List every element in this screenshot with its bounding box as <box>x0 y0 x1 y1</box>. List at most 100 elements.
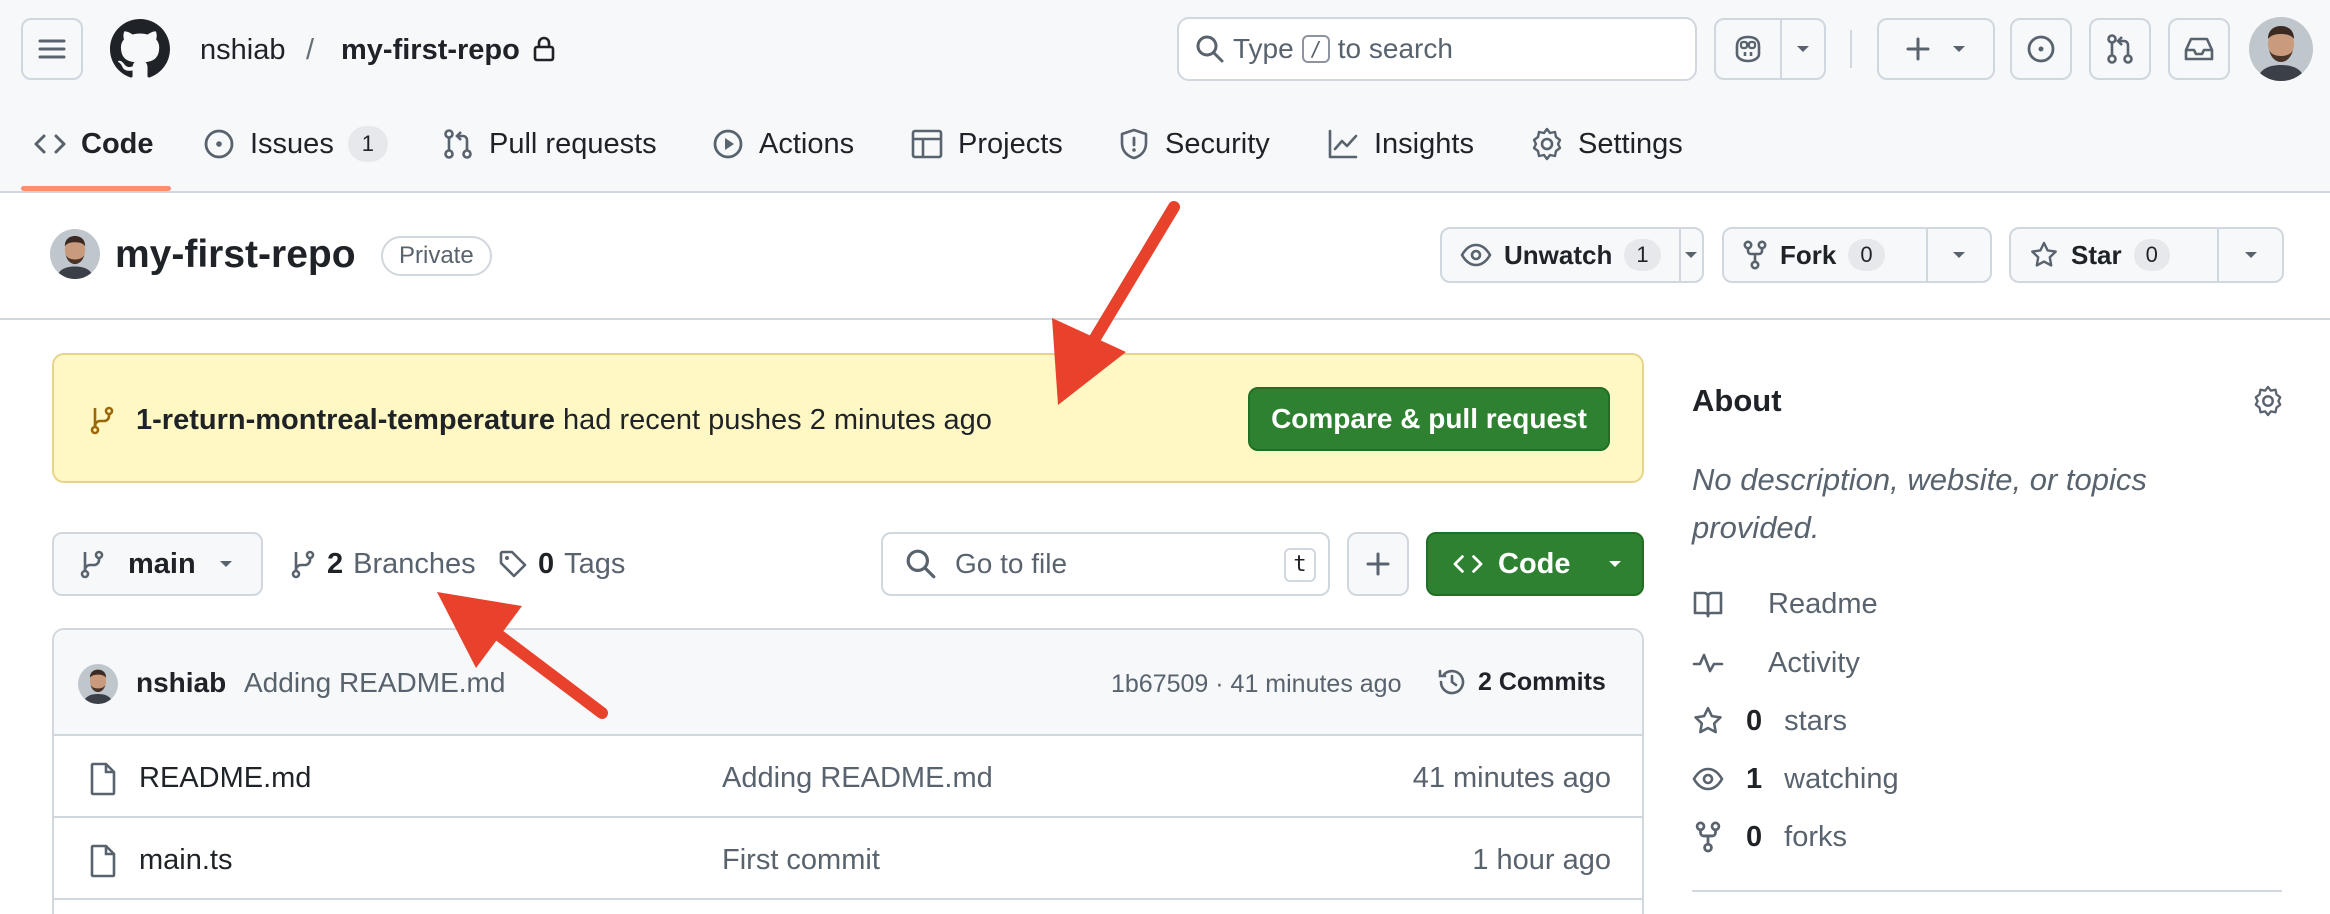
table-row[interactable]: README.md Adding README.md 41 minutes ag… <box>54 736 1642 818</box>
about-value: 0 <box>1746 705 1763 737</box>
recent-push-banner: 1-return-montreal-temperature had recent… <box>52 353 1644 483</box>
tab-label: Settings <box>1578 127 1683 160</box>
breadcrumb-separator: / <box>306 34 315 66</box>
tab-label: Issues <box>250 127 334 160</box>
copilot-icon <box>1735 35 1761 63</box>
graph-icon <box>1328 129 1358 159</box>
menu-button[interactable] <box>21 18 83 80</box>
active-tab-indicator <box>21 186 171 191</box>
about-label: stars <box>1784 705 1847 737</box>
fork-dropdown[interactable] <box>1928 229 1990 281</box>
readme-link[interactable]: Readme <box>1692 586 1878 622</box>
search-input[interactable]: Type / to search <box>1177 17 1697 81</box>
triangle-down-icon <box>1608 561 1621 567</box>
file-commit-time: 1 hour ago <box>1472 844 1611 876</box>
owner-avatar[interactable] <box>50 229 100 279</box>
about-title: About <box>1692 383 1782 418</box>
activity-link[interactable]: Activity <box>1692 645 1860 681</box>
add-file-button[interactable] <box>1347 532 1409 596</box>
about-value: 1 <box>1746 763 1763 795</box>
git-branch-icon <box>80 550 104 579</box>
unwatch-dropdown[interactable] <box>1681 229 1702 281</box>
visibility-badge: Private <box>381 236 492 276</box>
github-logo-icon[interactable] <box>110 19 170 79</box>
repo-forked-icon <box>1695 821 1721 853</box>
tab-label: Code <box>81 127 154 160</box>
commit-author-avatar[interactable] <box>78 664 118 704</box>
code-icon <box>1453 555 1483 573</box>
about-divider <box>1692 890 2282 892</box>
tag-icon <box>499 550 527 578</box>
issues-button[interactable] <box>2010 18 2072 80</box>
table-row[interactable]: main.ts First commit 1 hour ago <box>54 818 1642 900</box>
file-name[interactable]: main.ts <box>139 842 232 878</box>
breadcrumb-owner[interactable]: nshiab <box>200 30 285 70</box>
latest-commit-row: nshiab Adding README.md 1b67509 · 41 min… <box>54 630 1642 736</box>
tab-code[interactable]: Code <box>33 122 154 166</box>
global-header: nshiab / my-first-repo Type / to search … <box>0 0 2330 193</box>
tab-label: Security <box>1165 127 1270 160</box>
tags-link[interactable]: 0 Tags <box>498 546 625 582</box>
banner-branch[interactable]: 1-return-montreal-temperature <box>136 404 555 436</box>
triangle-down-icon <box>1685 252 1698 258</box>
code-dropdown-button[interactable]: Code <box>1426 532 1644 596</box>
tab-security[interactable]: Security <box>1117 122 1270 166</box>
star-icon <box>2031 241 2057 267</box>
breadcrumb-repo[interactable]: my-first-repo <box>341 30 520 70</box>
banner-text: 1-return-montreal-temperature had recent… <box>136 402 992 438</box>
watching-link[interactable]: 1 watching <box>1692 761 1899 797</box>
search-icon <box>906 549 936 579</box>
commit-author[interactable]: nshiab <box>136 666 226 700</box>
unwatch-button[interactable]: Unwatch 1 <box>1442 229 1681 281</box>
issue-opened-icon <box>2027 35 2055 63</box>
star-button[interactable]: Star 0 <box>2011 229 2219 281</box>
about-settings-button[interactable] <box>2252 385 2284 417</box>
git-pull-request-icon <box>2107 34 2133 64</box>
inbox-button[interactable] <box>2168 18 2230 80</box>
tab-actions[interactable]: Actions <box>711 122 854 166</box>
branches-link[interactable]: 2 Branches <box>289 546 476 582</box>
go-to-file-input[interactable]: Go to file t <box>881 532 1330 596</box>
tab-issues[interactable]: Issues 1 <box>202 122 388 166</box>
go-to-file-shortcut: t <box>1284 548 1316 582</box>
copilot-dropdown[interactable] <box>1782 20 1824 78</box>
search-shortcut-key: / <box>1301 35 1330 63</box>
file-table: nshiab Adding README.md 1b67509 · 41 min… <box>52 628 1644 914</box>
copilot-button[interactable] <box>1716 20 1782 78</box>
create-new-button[interactable] <box>1877 18 1995 80</box>
commit-message[interactable]: Adding README.md <box>244 666 505 700</box>
fork-label: Fork <box>1780 239 1837 270</box>
file-commit-message[interactable]: Adding README.md <box>722 760 993 796</box>
user-avatar[interactable] <box>2249 17 2313 81</box>
file-name[interactable]: README.md <box>139 760 311 796</box>
commits-history-link[interactable]: 2 Commits <box>1436 665 1606 699</box>
pulse-icon <box>1692 653 1724 673</box>
fork-button[interactable]: Fork 0 <box>1724 229 1928 281</box>
star-icon <box>1694 706 1722 734</box>
tab-insights[interactable]: Insights <box>1326 122 1474 166</box>
tab-settings[interactable]: Settings <box>1530 122 1683 166</box>
forks-link[interactable]: 0 forks <box>1692 819 1847 855</box>
file-commit-time: 41 minutes ago <box>1412 762 1611 794</box>
triangle-down-icon <box>1953 252 1965 258</box>
file-commit-message[interactable]: First commit <box>722 842 880 878</box>
fork-count: 0 <box>1848 239 1885 271</box>
repo-title[interactable]: my-first-repo <box>115 232 356 278</box>
tab-pull-requests[interactable]: Pull requests <box>441 122 657 166</box>
search-prefix: Type <box>1233 33 1294 64</box>
unwatch-label: Unwatch <box>1504 239 1613 270</box>
branch-name: main <box>128 547 196 580</box>
compare-pull-request-button[interactable]: Compare & pull request <box>1248 387 1610 451</box>
issue-opened-icon <box>204 129 234 159</box>
pull-requests-button[interactable] <box>2089 18 2151 80</box>
stars-link[interactable]: 0 stars <box>1692 703 1847 739</box>
commit-hash-time[interactable]: 1b67509 · 41 minutes ago <box>1111 669 1402 699</box>
branch-selector[interactable]: main <box>52 532 263 596</box>
star-dropdown[interactable] <box>2219 229 2282 281</box>
inbox-icon <box>2184 37 2214 61</box>
tab-label: Insights <box>1374 127 1474 160</box>
go-to-file-placeholder: Go to file <box>955 548 1068 579</box>
plus-icon <box>1906 37 1930 61</box>
table-icon <box>911 129 943 159</box>
tab-projects[interactable]: Projects <box>910 122 1063 166</box>
